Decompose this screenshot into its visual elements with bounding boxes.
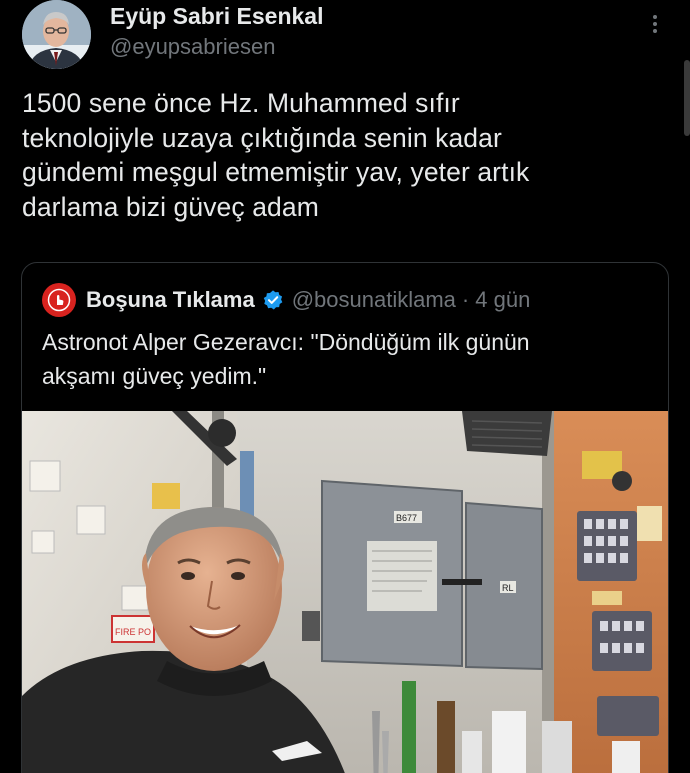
person-portrait-icon [22,0,91,69]
quoted-tweet-card[interactable]: Boşuna Tıklama @bosunatiklama · 4 gün As… [21,262,669,773]
author-handle[interactable]: @eyupsabriesen [110,32,323,62]
tweet-header: Eyüp Sabri Esenkal @eyupsabriesen [22,0,672,70]
astronaut-photo: FIRE PO B677 RL [22,411,668,773]
fire-port-label: FIRE PO [115,627,151,637]
tweet-text-line: teknolojiyle uzaya çıktığında senin kada… [22,122,502,153]
author-block: Eyüp Sabri Esenkal @eyupsabriesen [110,2,323,62]
author-name[interactable]: Eyüp Sabri Esenkal [110,2,323,30]
panel-label-left: B677 [396,513,417,523]
tweet-text-line: darlama bizi güveç adam [22,191,319,222]
quoted-tweet-time[interactable]: 4 gün [475,287,530,313]
tweet-text-line: 1500 sene önce Hz. Muhammed sıfır [22,88,460,118]
hand-pointer-logo-icon[interactable] [42,283,76,317]
quoted-text-line: akşamı güveç yedim." [42,363,267,389]
quoted-author-handle[interactable]: @bosunatiklama [292,287,456,313]
tweet-text: 1500 sene önce Hz. Muhammed sıfır teknol… [22,86,662,224]
quoted-author-name[interactable]: Boşuna Tıklama [86,287,255,313]
verified-badge-icon [263,290,283,310]
scrollbar[interactable] [684,60,690,136]
quoted-text-line: Astronot Alper Gezeravcı: "Döndüğüm ilk … [42,329,530,355]
panel-label-right: RL [502,583,514,593]
quoted-tweet-header: Boşuna Tıklama @bosunatiklama · 4 gün [42,283,530,317]
tweet-text-line: gündemi meşgul etmemiştir yav, yeter art… [22,157,530,187]
author-avatar[interactable] [22,0,91,69]
quoted-tweet-text: Astronot Alper Gezeravcı: "Döndüğüm ilk … [42,325,642,393]
more-vertical-icon[interactable] [650,12,660,42]
separator-dot: · [461,287,470,312]
quoted-tweet-photo[interactable]: FIRE PO B677 RL [22,411,668,773]
